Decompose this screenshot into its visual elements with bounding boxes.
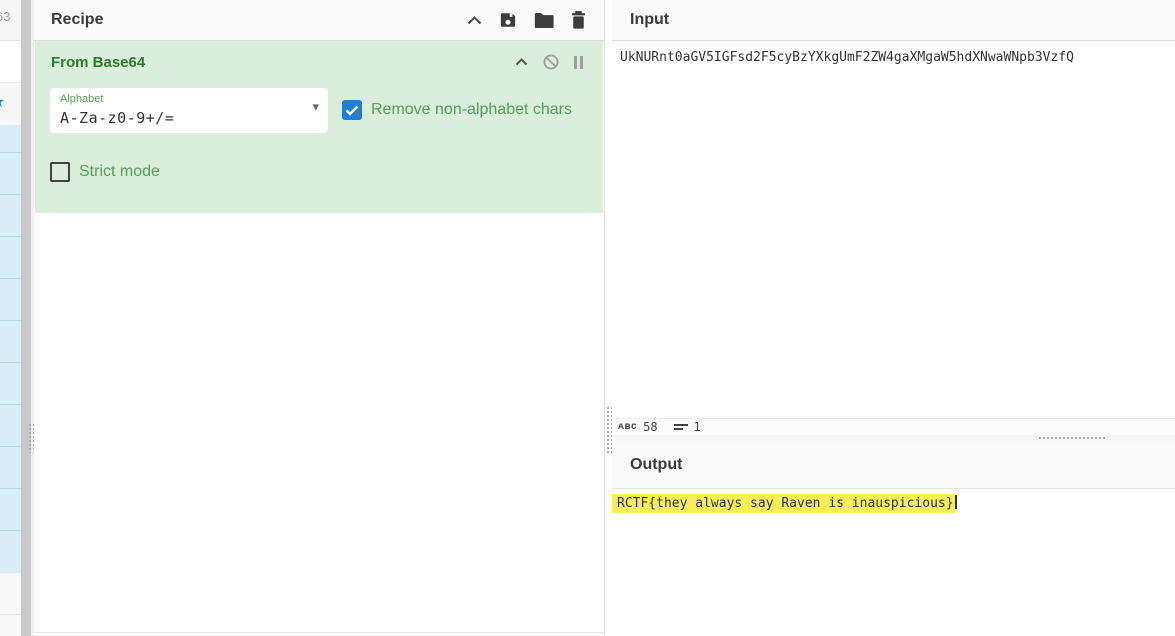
input-header: Input bbox=[612, 0, 1175, 41]
input-text: UkNURnt0aGV5IGFsd2F5cyBzYXkgUmF2ZW4gaXMg… bbox=[620, 49, 1167, 66]
input-title: Input bbox=[612, 11, 669, 29]
char-count-icon: ᴀʙᴄ bbox=[618, 422, 637, 432]
recipe-header: Recipe bbox=[34, 0, 604, 41]
checkbox-checked-icon[interactable] bbox=[342, 100, 362, 120]
char-count-value: 58 bbox=[643, 421, 657, 433]
output-header: Output bbox=[612, 441, 1175, 489]
remove-non-alphabet-checkbox-row[interactable]: Remove non-alphabet chars bbox=[342, 100, 572, 120]
recipe-title: Recipe bbox=[34, 11, 103, 29]
sidebar-scrollbar[interactable] bbox=[21, 0, 31, 636]
operation-from-base64[interactable]: From Base64 Alphabet A-Za-z0-9+/= ▾ bbox=[35, 41, 603, 213]
clear-recipe-trash-icon[interactable] bbox=[571, 11, 586, 29]
input-textarea[interactable]: UkNURnt0aGV5IGFsd2F5cyBzYXkgUmF2ZW4gaXMg… bbox=[612, 42, 1175, 418]
operation-count-badge: 63 bbox=[0, 9, 10, 24]
load-recipe-folder-icon[interactable] bbox=[534, 12, 554, 29]
line-count-icon bbox=[674, 424, 688, 430]
input-status-bar: ᴀʙᴄ 58 1 bbox=[612, 418, 1175, 435]
collapse-operation-icon[interactable] bbox=[515, 58, 528, 66]
alphabet-select[interactable]: Alphabet A-Za-z0-9+/= ▾ bbox=[50, 88, 328, 133]
sidebar-header-strip: 63 bbox=[0, 0, 21, 41]
alphabet-value: A-Za-z0-9+/= bbox=[60, 109, 174, 127]
save-recipe-icon[interactable] bbox=[499, 11, 517, 29]
strict-mode-checkbox-row[interactable]: Strict mode bbox=[50, 162, 160, 182]
strict-mode-label: Strict mode bbox=[79, 163, 160, 181]
checkbox-unchecked-icon[interactable] bbox=[50, 162, 70, 182]
recipe-panel: Recipe bbox=[34, 0, 605, 636]
line-count-value: 1 bbox=[694, 421, 701, 433]
alphabet-label: Alphabet bbox=[60, 93, 103, 105]
io-panel: Input UkNURnt0aGV5IGFsd2F5cyBzYXkgUmF2ZW… bbox=[612, 0, 1175, 636]
output-textarea[interactable]: RCTF{they always say Raven is inauspicio… bbox=[612, 490, 1175, 636]
operation-name: From Base64 bbox=[51, 54, 145, 71]
remove-non-alphabet-label: Remove non-alphabet chars bbox=[371, 101, 572, 119]
collapse-recipe-icon[interactable] bbox=[467, 16, 482, 25]
favourites-star-icon: ★ bbox=[0, 92, 5, 112]
operations-sidebar-clipped: 63 ★ bbox=[0, 0, 21, 636]
sidebar-search-strip bbox=[0, 41, 21, 83]
sidebar-footer-strip bbox=[0, 573, 21, 636]
output-title: Output bbox=[612, 456, 682, 474]
sidebar-category-strip: ★ bbox=[0, 83, 21, 125]
operation-list-items-clipped[interactable] bbox=[0, 125, 21, 573]
disable-operation-icon[interactable] bbox=[543, 54, 559, 70]
output-text-highlighted: RCTF{they always say Raven is inauspicio… bbox=[612, 494, 955, 513]
chevron-down-icon[interactable]: ▾ bbox=[312, 99, 319, 115]
breakpoint-pause-icon[interactable] bbox=[574, 56, 583, 69]
output-line: RCTF{they always say Raven is inauspicio… bbox=[612, 495, 1175, 513]
recipe-header-icons bbox=[467, 11, 604, 29]
cyberchef-app: 63 ★ Recipe bbox=[0, 0, 1175, 636]
text-cursor bbox=[955, 495, 957, 509]
operation-icons bbox=[515, 54, 583, 70]
